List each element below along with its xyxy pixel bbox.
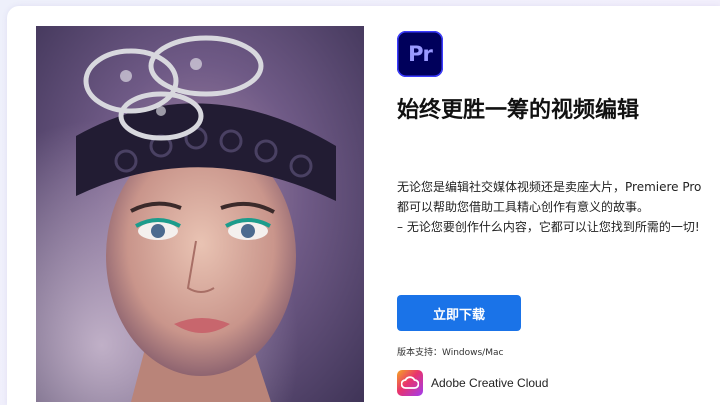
- premiere-pro-icon: Pr: [397, 31, 443, 77]
- hero-image: [36, 26, 364, 402]
- promo-card: Pr 始终更胜一筹的视频编辑 无论您是编辑社交媒体视频还是卖座大片，Premie…: [7, 6, 720, 405]
- platform-support-text: 版本支持：Windows/Mac: [397, 348, 504, 358]
- creative-cloud-icon: [397, 370, 423, 396]
- creative-cloud-label: Adobe Creative Cloud: [431, 376, 549, 390]
- page-title: 始终更胜一筹的视频编辑: [397, 98, 640, 123]
- app-icon-text: Pr: [408, 42, 433, 66]
- creative-cloud-link[interactable]: Adobe Creative Cloud: [397, 370, 548, 396]
- description-line-1: 无论您是编辑社交媒体视频还是卖座大片，Premiere Pro 都可以帮助您借助…: [397, 180, 702, 214]
- portrait-illustration: [36, 26, 364, 402]
- product-description: 无论您是编辑社交媒体视频还是卖座大片，Premiere Pro 都可以帮助您借助…: [397, 177, 707, 237]
- description-line-2: – 无论您要创作什么内容，它都可以让您找到所需的一切!: [397, 220, 700, 234]
- download-button[interactable]: 立即下载: [397, 295, 521, 331]
